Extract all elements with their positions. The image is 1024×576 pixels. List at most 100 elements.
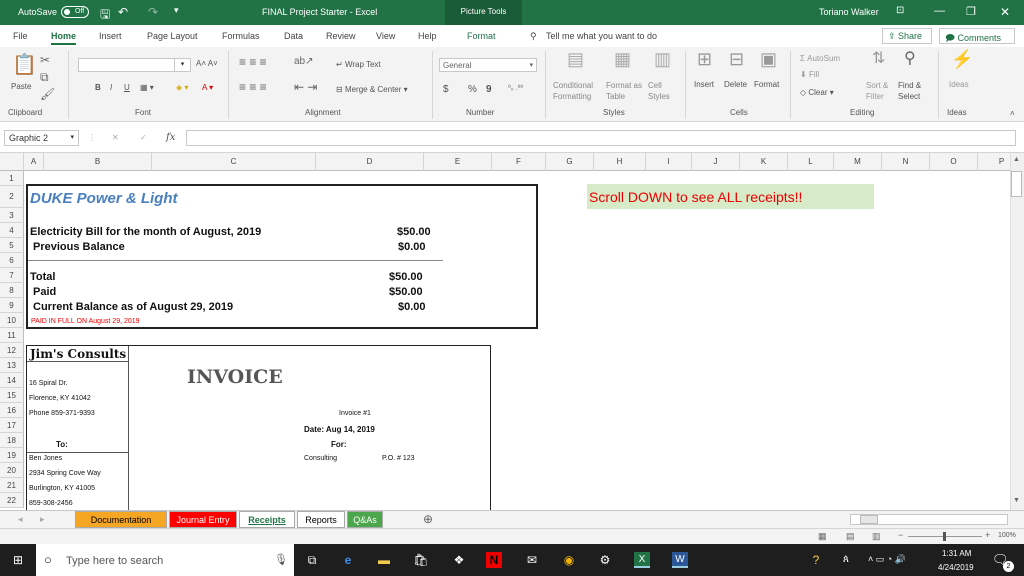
column-header[interactable]: K — [740, 153, 788, 171]
delete-cells-icon[interactable]: ⊟ — [729, 50, 744, 68]
insert-function-button[interactable]: fx — [166, 132, 175, 143]
clock-date[interactable]: 4/24/2019 — [938, 563, 974, 572]
settings-gear-icon[interactable]: ⚙ — [597, 552, 613, 568]
row-header[interactable]: 6 — [0, 253, 24, 268]
tab-home[interactable]: Home — [51, 31, 77, 45]
delete-button[interactable]: Delete — [724, 80, 747, 89]
row-header[interactable]: 13 — [0, 358, 24, 373]
file-explorer-icon[interactable]: ▬ — [376, 552, 392, 568]
paste-icon[interactable]: 📋 — [12, 55, 37, 75]
microphone-icon[interactable]: 🎙 — [274, 553, 288, 566]
row-header[interactable]: 10 — [0, 313, 24, 328]
normal-view-icon[interactable]: ▦ — [818, 531, 827, 542]
sort-filter-icon[interactable]: ⇅ — [872, 51, 885, 67]
restore-icon[interactable]: ❐ — [966, 5, 976, 18]
tray-icons[interactable]: ˄ ▭ ◔ 🔊 — [868, 554, 906, 565]
format-as-table-button[interactable]: Format as Table — [606, 80, 646, 102]
column-header[interactable]: B — [44, 153, 152, 171]
scroll-down-icon[interactable]: ▼ — [1013, 497, 1020, 504]
column-header[interactable]: A — [24, 153, 44, 171]
row-header[interactable]: 15 — [0, 388, 24, 403]
row-header[interactable]: 2 — [0, 186, 24, 208]
conditional-formatting-icon[interactable]: ▤ — [567, 50, 584, 68]
column-header[interactable]: E — [424, 153, 492, 171]
sheet-tab[interactable]: Journal Entry — [169, 511, 237, 528]
minimize-icon[interactable]: — — [934, 5, 945, 17]
name-box[interactable]: Graphic 2 ▾ — [4, 130, 79, 146]
sheet-tab[interactable]: Documentation — [75, 511, 167, 528]
merge-center-button[interactable]: ⊟ Merge & Center ▾ — [336, 85, 408, 94]
help-icon[interactable]: ? — [808, 552, 824, 568]
row-header[interactable]: 12 — [0, 343, 24, 358]
cell-styles-icon[interactable]: ▥ — [654, 50, 671, 68]
close-icon[interactable]: ✕ — [1000, 5, 1010, 19]
underline-button[interactable]: U — [124, 83, 130, 92]
tab-data[interactable]: Data — [284, 31, 303, 41]
clock-time[interactable]: 1:31 AM — [942, 549, 971, 558]
tab-page-layout[interactable]: Page Layout — [147, 31, 198, 41]
page-break-view-icon[interactable]: ▥ — [872, 531, 881, 542]
autosave-toggle[interactable]: Off — [61, 6, 89, 18]
find-select-button[interactable]: Find & Select — [898, 80, 932, 102]
select-all-corner[interactable] — [0, 153, 24, 171]
row-header[interactable]: 11 — [0, 328, 24, 343]
tab-insert[interactable]: Insert — [99, 31, 122, 41]
lightning-icon[interactable]: ⚡ — [951, 50, 973, 68]
prev-sheet-icon[interactable]: ◂ — [18, 514, 23, 525]
format-cells-icon[interactable]: ▣ — [760, 50, 777, 68]
save-icon[interactable]: 🖫 — [100, 5, 110, 26]
mail-icon[interactable]: ✉ — [524, 552, 540, 568]
font-color-icon[interactable]: A ▾ — [202, 83, 213, 92]
dropbox-icon[interactable]: ❖ — [451, 552, 467, 568]
row-header[interactable]: 20 — [0, 463, 24, 478]
share-button[interactable]: ⇪ Share — [882, 28, 932, 44]
redo-icon[interactable]: ↷ — [148, 5, 158, 19]
row-header[interactable]: 18 — [0, 433, 24, 448]
add-sheet-icon[interactable]: ⊕ — [423, 512, 433, 526]
align-top-icon[interactable]: ≡ ≡ ≡ — [239, 56, 267, 68]
row-header[interactable]: 9 — [0, 298, 24, 313]
currency-button[interactable]: $ — [443, 84, 449, 95]
autosum-button[interactable]: Σ AutoSum — [800, 54, 840, 63]
ideas-button[interactable]: Ideas — [949, 80, 969, 89]
horizontal-scroll-thumb[interactable] — [860, 515, 878, 524]
column-header[interactable]: J — [692, 153, 740, 171]
wrap-text-button[interactable]: ↵ Wrap Text — [336, 60, 381, 69]
column-header[interactable]: I — [646, 153, 692, 171]
cut-icon[interactable]: ✂ — [40, 54, 50, 66]
zoom-level[interactable]: 100% — [998, 532, 1016, 539]
zoom-out-icon[interactable]: − — [898, 530, 903, 540]
comma-style-button[interactable]: 9 — [486, 84, 492, 95]
netflix-icon[interactable]: N — [486, 552, 502, 568]
column-header[interactable]: O — [930, 153, 978, 171]
tab-formulas[interactable]: Formulas — [222, 31, 260, 41]
row-header[interactable]: 3 — [0, 208, 24, 223]
excel-taskbar-icon[interactable]: X — [634, 552, 650, 568]
column-header[interactable]: M — [834, 153, 882, 171]
tab-review[interactable]: Review — [326, 31, 356, 41]
indent-icon[interactable]: ⇤ ⇥ — [294, 81, 317, 93]
tab-file[interactable]: File — [13, 31, 28, 41]
clear-button[interactable]: ◇ Clear ▾ — [800, 88, 834, 97]
worksheet-grid[interactable]: ABCDEFGHIJKLMNOPQ 1234567891011121314151… — [0, 153, 1024, 510]
sheet-tab[interactable]: Q&As — [347, 511, 383, 528]
row-header[interactable]: 7 — [0, 268, 24, 283]
ribbon-display-icon[interactable]: ⊡ — [896, 5, 904, 16]
column-header[interactable]: N — [882, 153, 930, 171]
row-header[interactable]: 4 — [0, 223, 24, 238]
percent-button[interactable]: % — [468, 84, 477, 95]
format-painter-icon[interactable]: 🖌 — [40, 88, 55, 100]
tell-me-search[interactable]: Tell me what you want to do — [546, 31, 657, 41]
page-layout-view-icon[interactable]: ▤ — [846, 531, 855, 542]
row-header[interactable]: 17 — [0, 418, 24, 433]
orientation-icon[interactable]: ab↗ — [294, 56, 314, 68]
conditional-formatting-button[interactable]: Conditional Formatting — [553, 80, 601, 102]
zoom-slider-thumb[interactable] — [943, 532, 946, 541]
insert-button[interactable]: Insert — [694, 80, 714, 89]
vertical-scrollbar[interactable] — [1010, 153, 1024, 510]
number-format-dropdown[interactable]: General ▾ — [439, 58, 537, 72]
italic-button[interactable]: I — [110, 83, 112, 92]
grow-font-icon[interactable]: A˄ A˅ — [196, 59, 218, 68]
store-icon[interactable]: 🛍 — [413, 552, 429, 568]
comments-button[interactable]: 🗩 Comments — [939, 28, 1015, 44]
